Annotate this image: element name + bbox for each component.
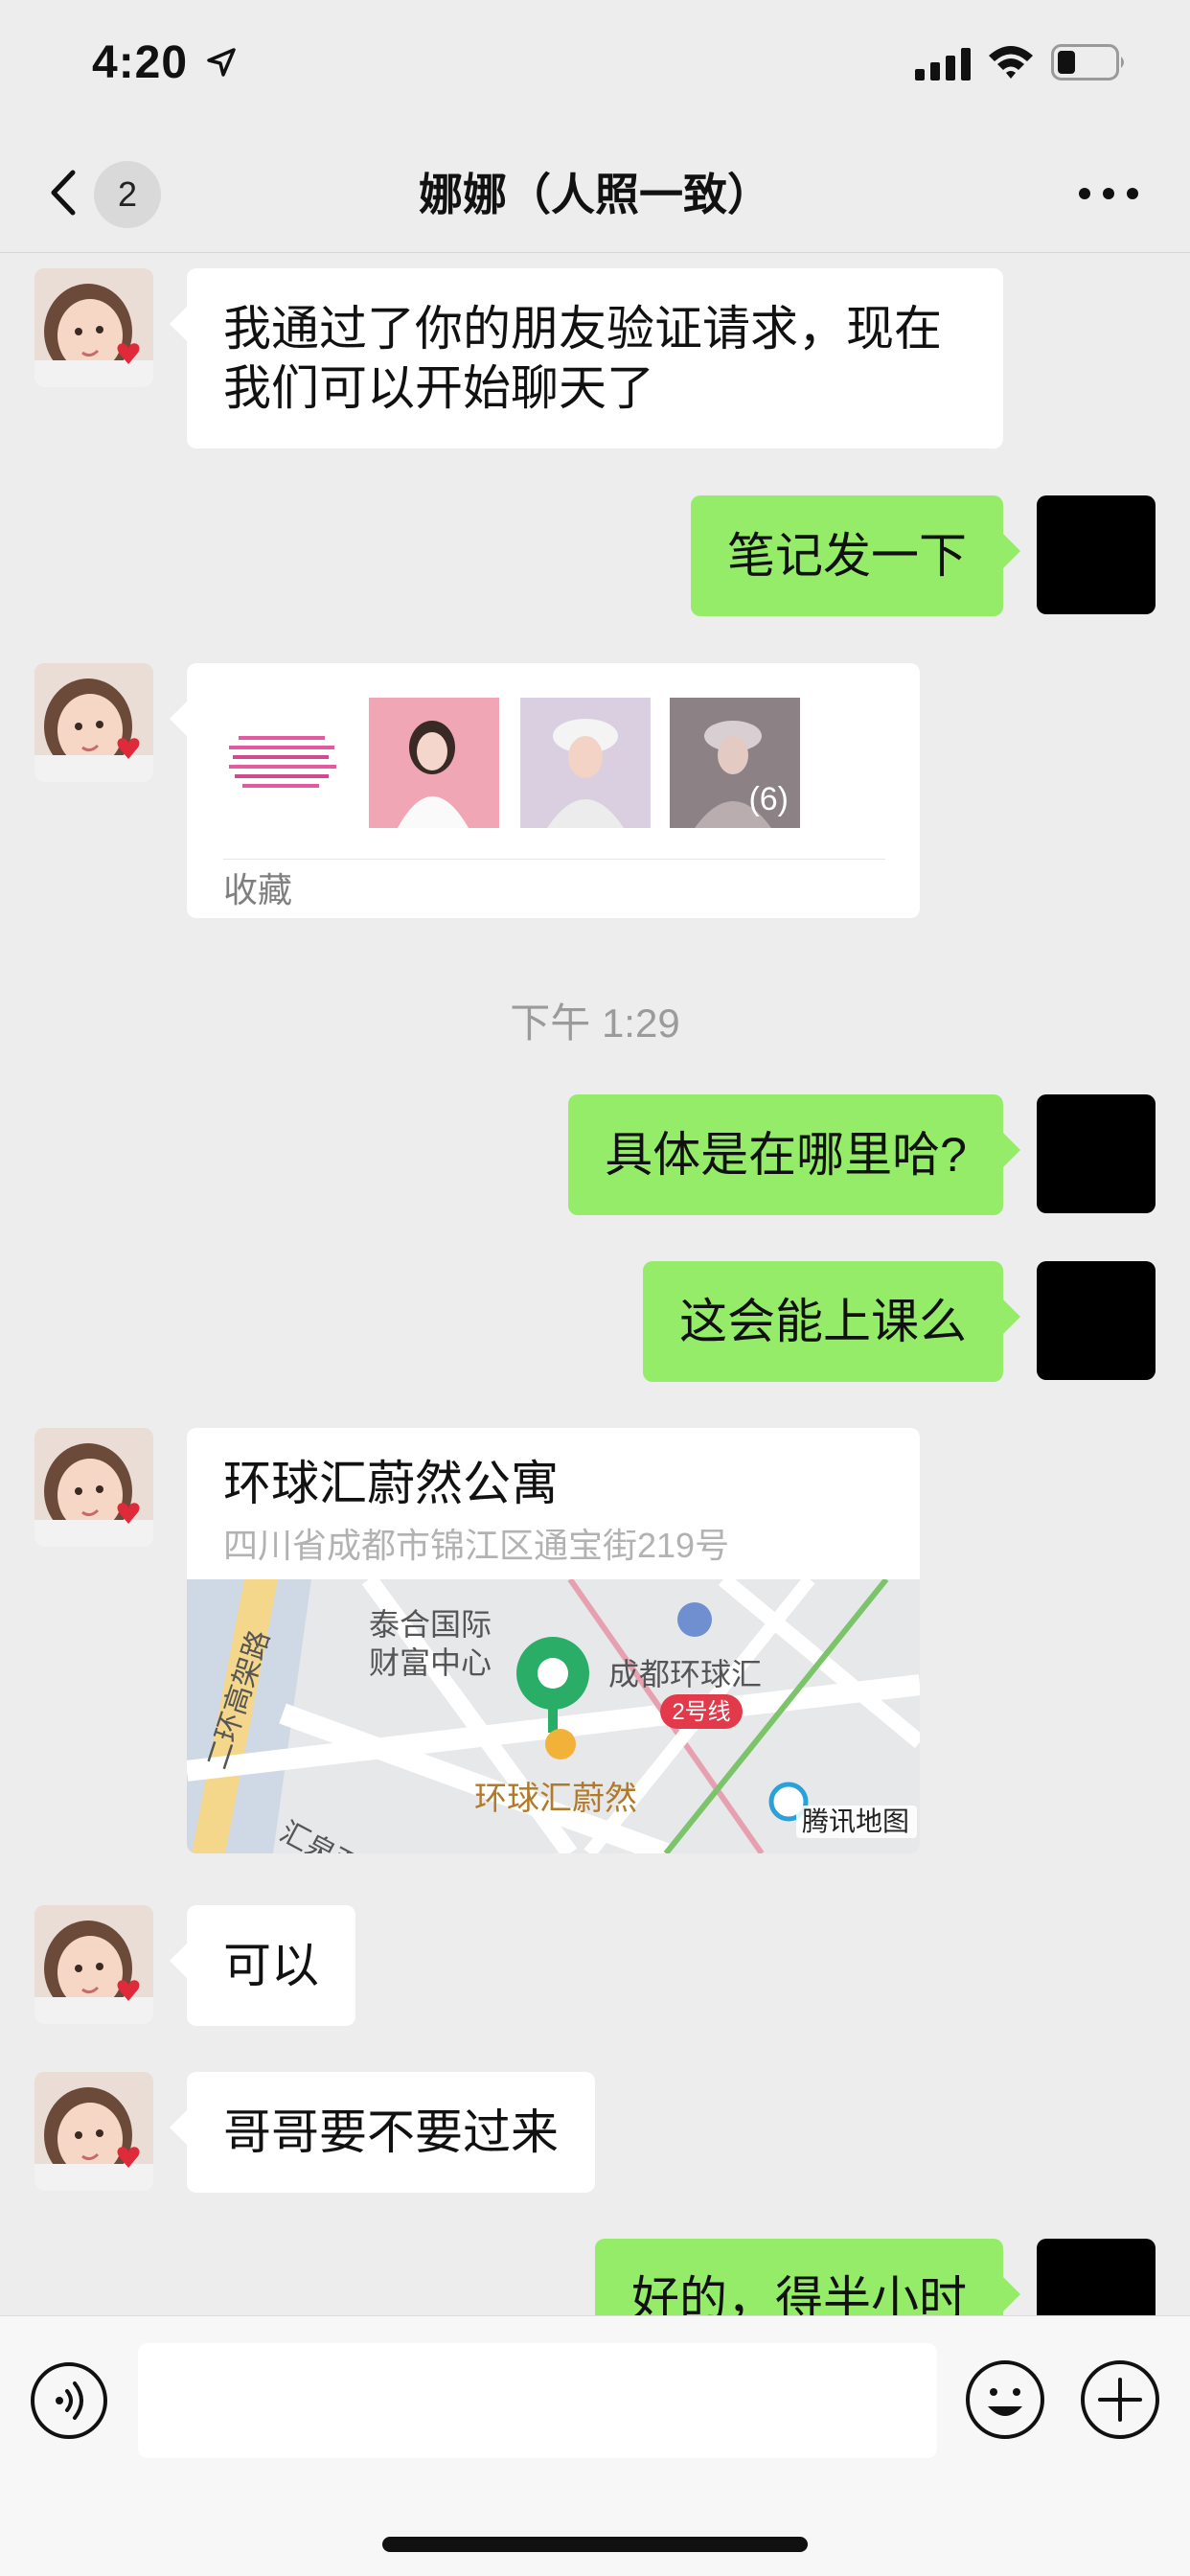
message-text: 哥哥要不要过来 <box>223 2105 559 2159</box>
map-poi-label: 泰合国际 <box>369 1607 492 1642</box>
map-brand: 腾讯地图 <box>802 1806 909 1836</box>
unread-count-badge[interactable]: 2 <box>94 161 161 228</box>
status-bar: 4:20 <box>0 0 1190 134</box>
chat-header: 2 娜娜（人照一致） <box>0 134 1190 253</box>
message-input[interactable] <box>138 2343 937 2458</box>
contact-avatar[interactable] <box>34 1905 153 2024</box>
message-text: 具体是在哪里哈? <box>605 1128 967 1182</box>
message-text: 我通过了你的朋友验证请求，现在我们可以开始聊天了 <box>223 302 942 415</box>
favorites-label: 收藏 <box>223 870 293 909</box>
home-indicator[interactable] <box>382 2537 808 2552</box>
contact-avatar[interactable] <box>34 1428 153 1547</box>
outgoing-message[interactable]: 具体是在哪里哈? <box>568 1094 1020 1215</box>
contact-avatar[interactable] <box>34 268 153 387</box>
message-text: 笔记发一下 <box>727 529 967 583</box>
status-time: 4:20 <box>92 37 189 88</box>
time-separator: 下午 1:29 <box>510 1000 680 1046</box>
map-line-label: 2号线 <box>672 1699 730 1725</box>
message-text: 这会能上课么 <box>679 1295 967 1348</box>
map-poi-label: 成都环球汇 <box>608 1657 762 1691</box>
photo-thumbnail <box>520 698 651 828</box>
plus-icon[interactable] <box>1079 2358 1161 2441</box>
battery-icon <box>1051 44 1124 80</box>
my-avatar[interactable] <box>1037 1094 1156 1213</box>
incoming-message[interactable]: 哥哥要不要过来 <box>170 2072 595 2193</box>
incoming-message[interactable]: 可以 <box>170 1905 355 2026</box>
my-avatar[interactable] <box>1037 1261 1156 1380</box>
note-thumbnail <box>216 698 346 828</box>
chevron-left-icon[interactable] <box>38 159 96 226</box>
outgoing-message[interactable]: 这会能上课么 <box>643 1261 1020 1382</box>
photo-count: (6) <box>748 781 789 817</box>
chat-title: 娜娜（人照一致） <box>419 170 771 219</box>
message-input-bar <box>0 2315 1190 2576</box>
map-preview[interactable]: 2号线 泰合国际 财富中心 成都环球汇 环球汇蔚然 汇泉西路 二环高架路 腾讯地… <box>187 1579 920 1853</box>
card-divider <box>223 859 885 860</box>
more-dots-icon[interactable] <box>1075 180 1142 209</box>
favorites-card[interactable]: (6) 收藏 <box>170 663 920 918</box>
message-text: 可以 <box>223 1939 319 1992</box>
contact-avatar[interactable] <box>34 663 153 782</box>
location-title: 环球汇蔚然公寓 <box>223 1457 559 1510</box>
contact-avatar[interactable] <box>34 2072 153 2191</box>
incoming-message[interactable]: 我通过了你的朋友验证请求，现在我们可以开始聊天了 <box>170 268 1003 448</box>
cellular-signal-icon <box>915 48 971 80</box>
map-pin-label: 环球汇蔚然 <box>474 1781 637 1817</box>
map-poi-label: 财富中心 <box>369 1645 492 1680</box>
location-arrow-icon <box>207 48 236 77</box>
location-address: 四川省成都市锦江区通宝街219号 <box>223 1526 730 1565</box>
my-avatar[interactable] <box>1037 495 1156 614</box>
location-card[interactable]: 环球汇蔚然公寓 四川省成都市锦江区通宝街219号 2号线 泰合国际 财富中心 成… <box>187 1428 920 1853</box>
wifi-icon <box>989 46 1033 79</box>
photo-thumbnail: (6) <box>670 698 800 828</box>
photo-thumbnail <box>369 698 499 828</box>
voice-icon[interactable] <box>29 2360 109 2441</box>
emoji-icon[interactable] <box>964 2358 1046 2441</box>
outgoing-message[interactable]: 笔记发一下 <box>691 495 1020 616</box>
